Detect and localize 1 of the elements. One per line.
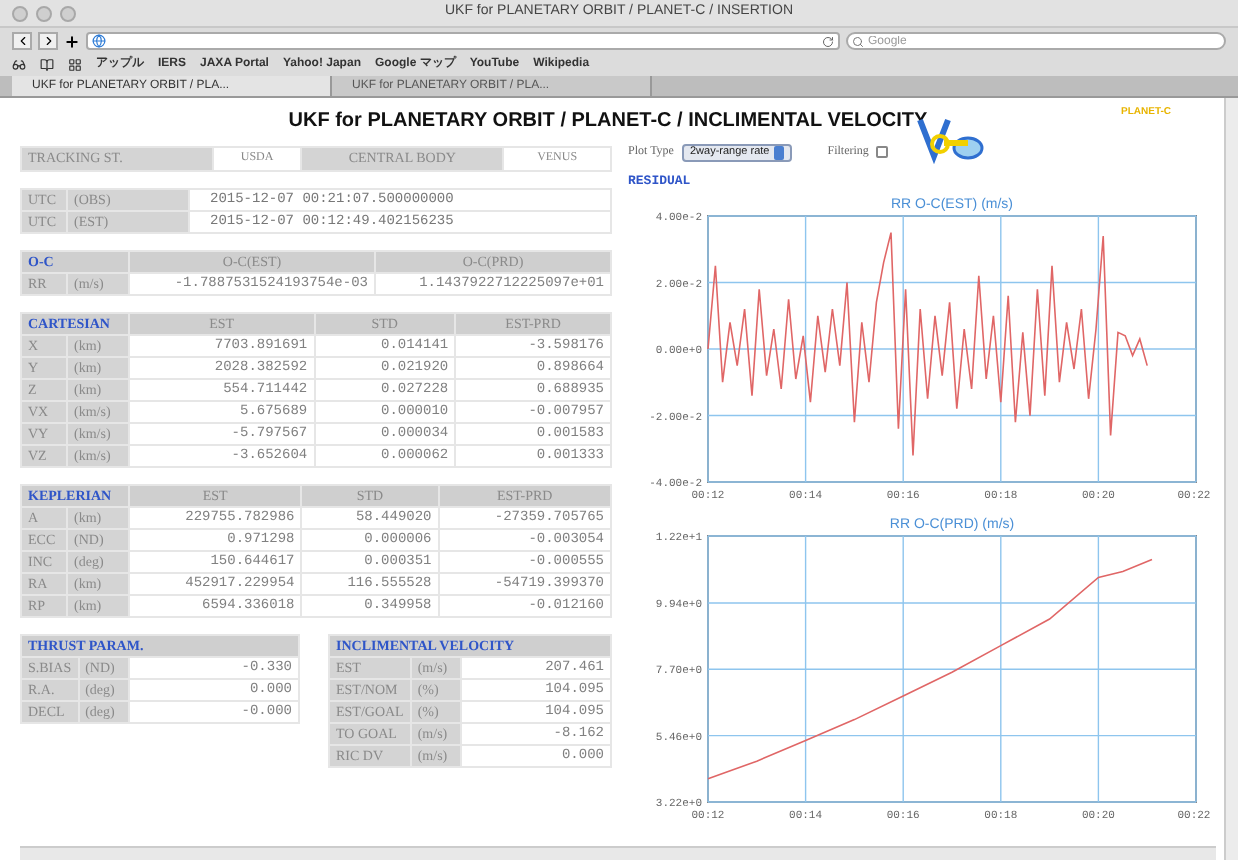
page-title: UKF for PLANETARY ORBIT / PLANET-C / INCLIMENTAL VELOCITY bbox=[286, 108, 930, 136]
